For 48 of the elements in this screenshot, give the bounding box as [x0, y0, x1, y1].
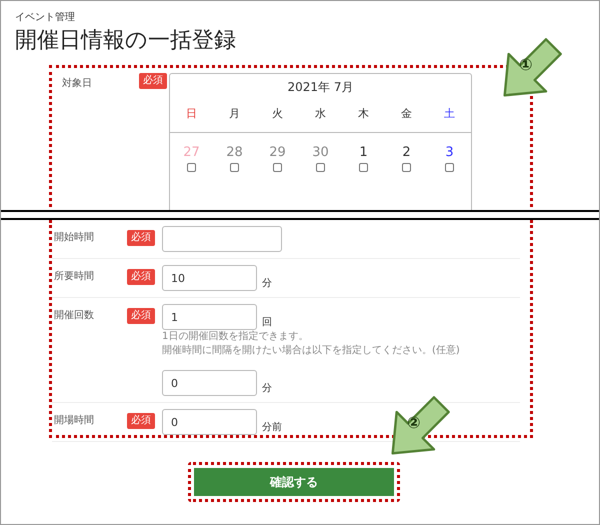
weekday-label: 木 — [357, 106, 370, 122]
breadcrumb: イベント管理 — [15, 13, 76, 23]
unit-label: 回 — [262, 316, 272, 330]
confirm-button[interactable]: 確認する — [194, 468, 394, 496]
field-label: 開場時間 — [54, 414, 94, 428]
calendar-day: 29 — [269, 145, 286, 162]
required-badge: 必須 — [127, 269, 155, 285]
input-field[interactable]: 0 — [162, 370, 257, 396]
input-field[interactable]: 10 — [162, 265, 257, 291]
day-checkbox[interactable] — [187, 163, 196, 172]
required-badge: 必須 — [127, 308, 155, 324]
required-badge: 必須 — [127, 230, 155, 246]
calendar-day: 3 — [445, 145, 454, 162]
calendar-day: 1 — [359, 145, 368, 162]
unit-label: 分 — [262, 382, 272, 396]
weekday-label: 火 — [271, 106, 284, 122]
field-label: 開催回数 — [54, 309, 94, 323]
step-number: ① — [519, 54, 533, 76]
hint-text: 開催時間に間隔を開けたい場合は以下を指定してください。(任意) — [162, 344, 460, 358]
unit-label: 分 — [262, 277, 272, 291]
required-badge: 必須 — [127, 413, 155, 429]
weekday-label: 水 — [314, 106, 327, 122]
hint-text: 1日の開催回数を指定できます。 — [162, 330, 310, 344]
input-field[interactable] — [162, 226, 282, 252]
calendar-day: 30 — [312, 145, 329, 162]
weekday-label: 土 — [443, 106, 456, 122]
weekday-label: 金 — [400, 106, 413, 122]
unit-label: 分前 — [262, 421, 282, 435]
day-checkbox[interactable] — [273, 163, 282, 172]
step-number: ② — [407, 412, 421, 434]
weekday-label: 日 — [185, 106, 198, 122]
day-checkbox[interactable] — [402, 163, 411, 172]
input-field[interactable]: 0 — [162, 409, 257, 435]
calendar-day: 2 — [402, 145, 411, 162]
weekday-label: 月 — [228, 106, 241, 122]
field-label: 開始時間 — [54, 230, 94, 245]
day-checkbox[interactable] — [359, 163, 368, 172]
day-checkbox[interactable] — [316, 163, 325, 172]
input-field[interactable]: 1 — [162, 304, 257, 330]
calendar-day: 28 — [226, 145, 243, 162]
day-checkbox[interactable] — [445, 163, 454, 172]
calendar-day: 27 — [183, 145, 200, 162]
required-badge: 必須 — [139, 72, 167, 88]
field-label: 対象日 — [62, 76, 92, 90]
page-title: 開催日情報の一括登録 — [15, 27, 237, 54]
day-checkbox[interactable] — [230, 163, 239, 172]
calendar-month: 2021年 7月 — [286, 78, 354, 96]
field-label: 所要時間 — [54, 270, 94, 284]
